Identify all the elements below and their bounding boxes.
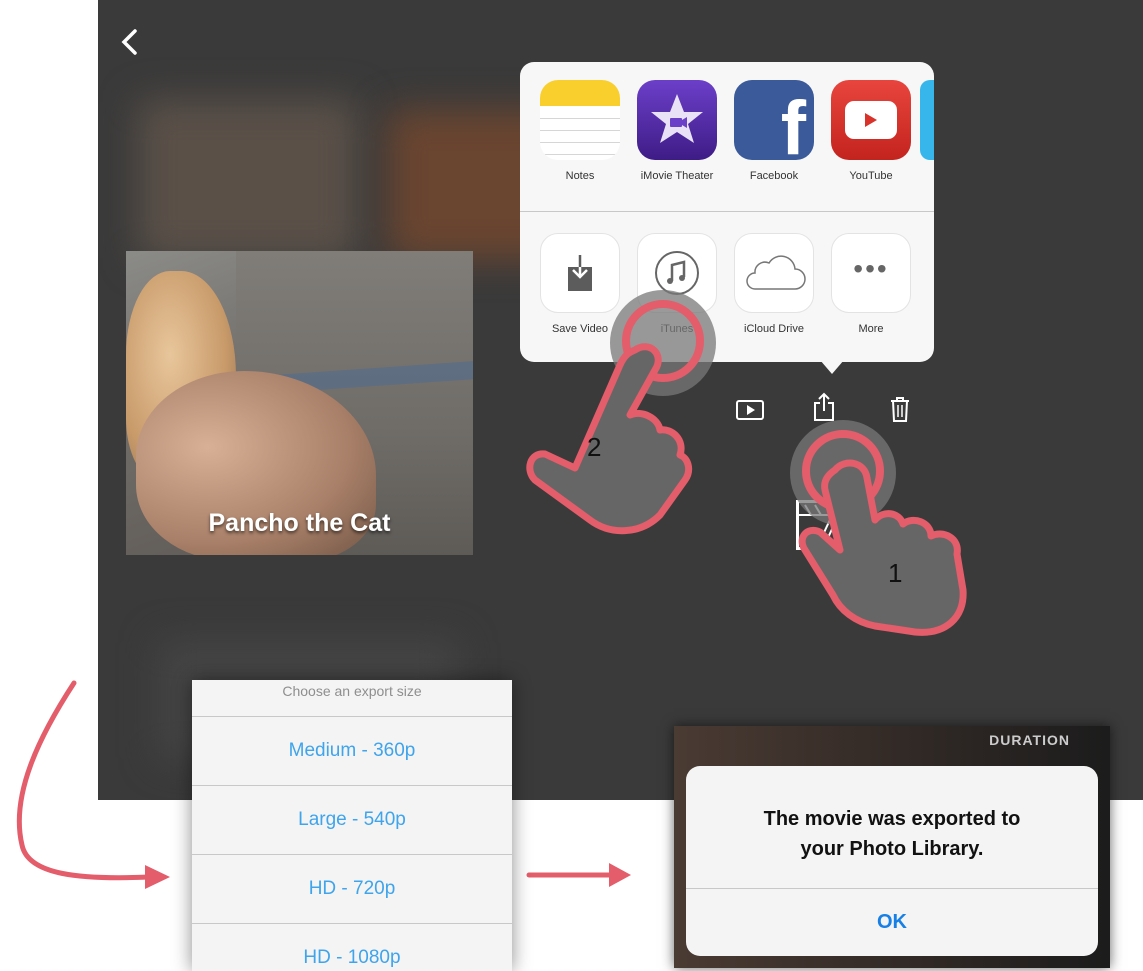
curved-arrow-icon — [16, 680, 170, 889]
movie-title: Pancho the Cat — [208, 509, 391, 537]
imovie-theater-icon — [637, 80, 717, 160]
export-option-medium-360p[interactable]: Medium - 360p — [192, 717, 512, 786]
right-arrow-icon — [526, 863, 631, 887]
share-item-imovie-theater[interactable]: iMovie Theater — [629, 80, 725, 182]
youtube-icon — [831, 80, 911, 160]
export-sheet-header: Choose an export size — [192, 680, 512, 717]
share-item-notes[interactable]: Notes — [532, 80, 628, 182]
alert-message-line2: your Photo Library. — [800, 838, 984, 860]
share-item-icloud-drive[interactable]: iCloud Drive — [726, 233, 822, 335]
duration-label: DURATION — [989, 732, 1070, 748]
share-apps-row: Notes iMovie Theater f Facebook YouTube — [532, 80, 934, 182]
notes-icon — [540, 80, 620, 160]
share-icon — [814, 392, 834, 421]
facebook-icon: f — [734, 80, 814, 160]
share-item-label: YouTube — [849, 170, 893, 182]
alert-message: The movie was exported to your Photo Lib… — [686, 804, 1098, 864]
step-number-2: 2 — [587, 432, 602, 462]
share-item-facebook[interactable]: f Facebook — [726, 80, 822, 182]
export-complete-alert: The movie was exported to your Photo Lib… — [686, 766, 1098, 956]
chevron-left-icon — [121, 29, 137, 55]
share-item-more[interactable]: ••• More — [823, 233, 919, 335]
export-option-hd-720p[interactable]: HD - 720p — [192, 855, 512, 924]
trash-icon — [891, 397, 909, 422]
popover-arrow — [820, 360, 844, 374]
share-item-save-video[interactable]: Save Video — [532, 233, 628, 335]
play-button[interactable] — [736, 400, 764, 425]
share-item-label: More — [858, 323, 884, 335]
hand-pointer-icon — [798, 459, 967, 636]
share-item-youtube[interactable]: YouTube — [823, 80, 919, 182]
delete-button[interactable] — [890, 396, 910, 427]
ok-button[interactable]: OK — [686, 889, 1098, 956]
share-item-label: Facebook — [749, 170, 799, 182]
share-actions-row: Save Video iTunes iCloud Drive ••• More — [532, 233, 934, 335]
alert-message-line1: The movie was exported to — [763, 808, 1021, 830]
export-size-sheet: Choose an export size Medium - 360p Larg… — [192, 680, 512, 971]
export-option-hd-1080p[interactable]: HD - 1080p — [192, 924, 512, 971]
save-video-icon — [540, 233, 620, 313]
icloud-drive-icon — [734, 233, 814, 313]
partial-app-icon[interactable] — [920, 80, 934, 160]
export-option-large-540p[interactable]: Large - 540p — [192, 786, 512, 855]
share-item-label: iMovie Theater — [640, 170, 714, 182]
play-icon — [736, 400, 764, 420]
step-number-1: 1 — [888, 558, 903, 588]
more-icon: ••• — [831, 233, 911, 313]
blurred-background — [138, 100, 358, 260]
share-sheet: Notes iMovie Theater f Facebook YouTube … — [520, 62, 934, 362]
export-complete-screen: DURATION The movie was exported to your … — [674, 726, 1110, 968]
share-item-label: iCloud Drive — [744, 323, 804, 335]
hand-pointer-icon — [526, 343, 693, 535]
back-button[interactable] — [120, 28, 148, 56]
share-item-label: Notes — [565, 170, 595, 182]
movie-thumbnail[interactable]: Pancho the Cat — [126, 251, 473, 555]
